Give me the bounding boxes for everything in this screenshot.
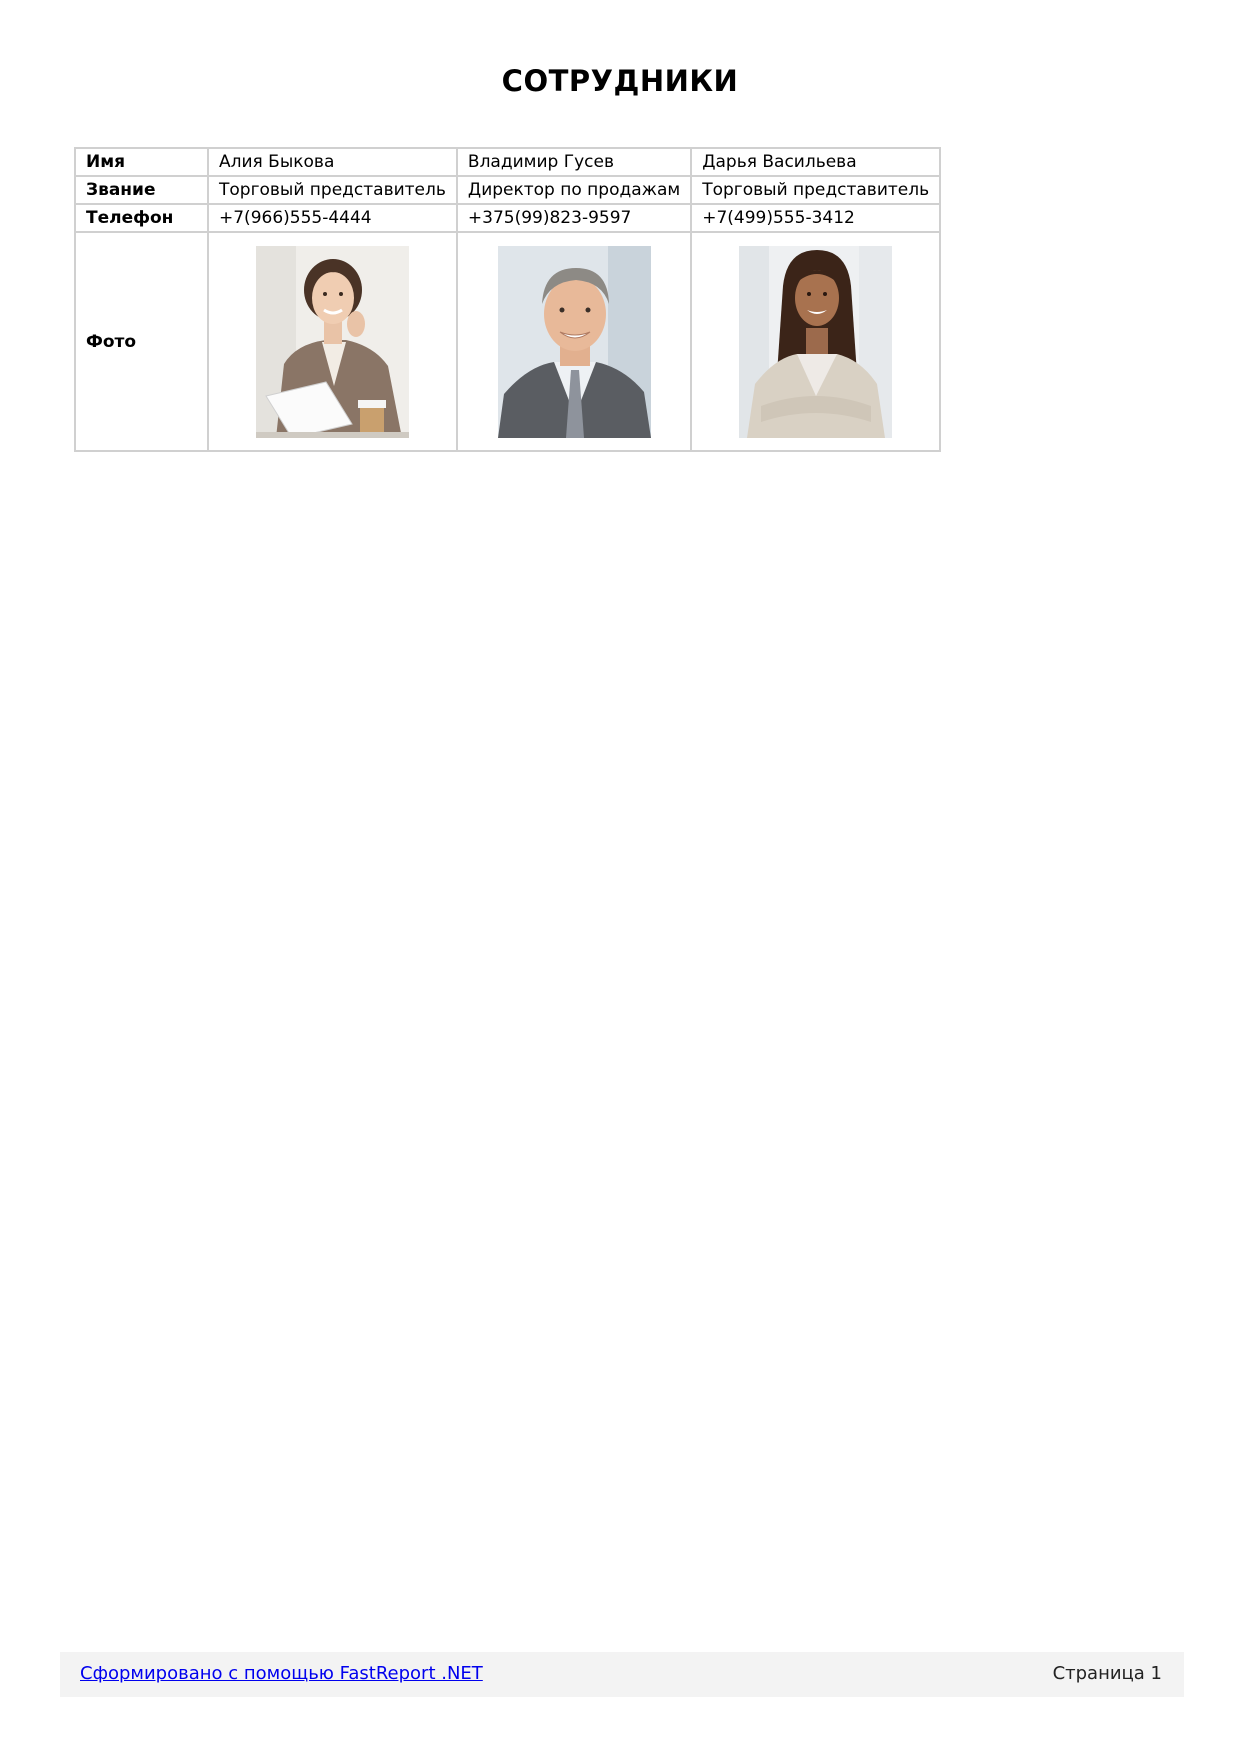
row-title: Звание Торговый представитель Директор п… [74,175,942,205]
report-footer: Сформировано с помощью FastReport .NET С… [60,1652,1184,1697]
employee-3-name: Дарья Васильева [690,147,942,177]
label-photo: Фото [74,231,209,452]
fastreport-link[interactable]: Сформировано с помощью FastReport .NET [80,1663,483,1684]
label-title: Звание [74,175,209,205]
employee-3-photo [739,245,893,438]
report-title: СОТРУДНИКИ [501,64,739,98]
employee-1-title: Торговый представитель [207,175,458,205]
employee-2-photo [497,245,651,438]
label-phone: Телефон [74,203,209,233]
employee-3-photo-cell [690,231,942,452]
employees-table: Имя Алия Быкова Владимир Гусев Дарья Вас… [74,147,942,452]
row-photo: Фото [74,231,942,452]
employee-1-name: Алия Быкова [207,147,458,177]
page-number: Страница 1 [1052,1663,1162,1684]
row-name: Имя Алия Быкова Владимир Гусев Дарья Вас… [74,147,942,177]
employee-2-title: Директор по продажам [455,175,693,205]
label-name: Имя [74,147,209,177]
employee-1-phone: +7(966)555-4444 [207,203,458,233]
row-phone: Телефон +7(966)555-4444 +375(99)823-9597… [74,203,942,233]
employee-1-photo-cell [207,231,458,452]
employee-2-photo-cell [455,231,693,452]
employee-3-phone: +7(499)555-3412 [690,203,942,233]
employee-1-photo [255,245,409,438]
employee-2-name: Владимир Гусев [455,147,693,177]
employee-2-phone: +375(99)823-9597 [455,203,693,233]
employee-3-title: Торговый представитель [690,175,942,205]
